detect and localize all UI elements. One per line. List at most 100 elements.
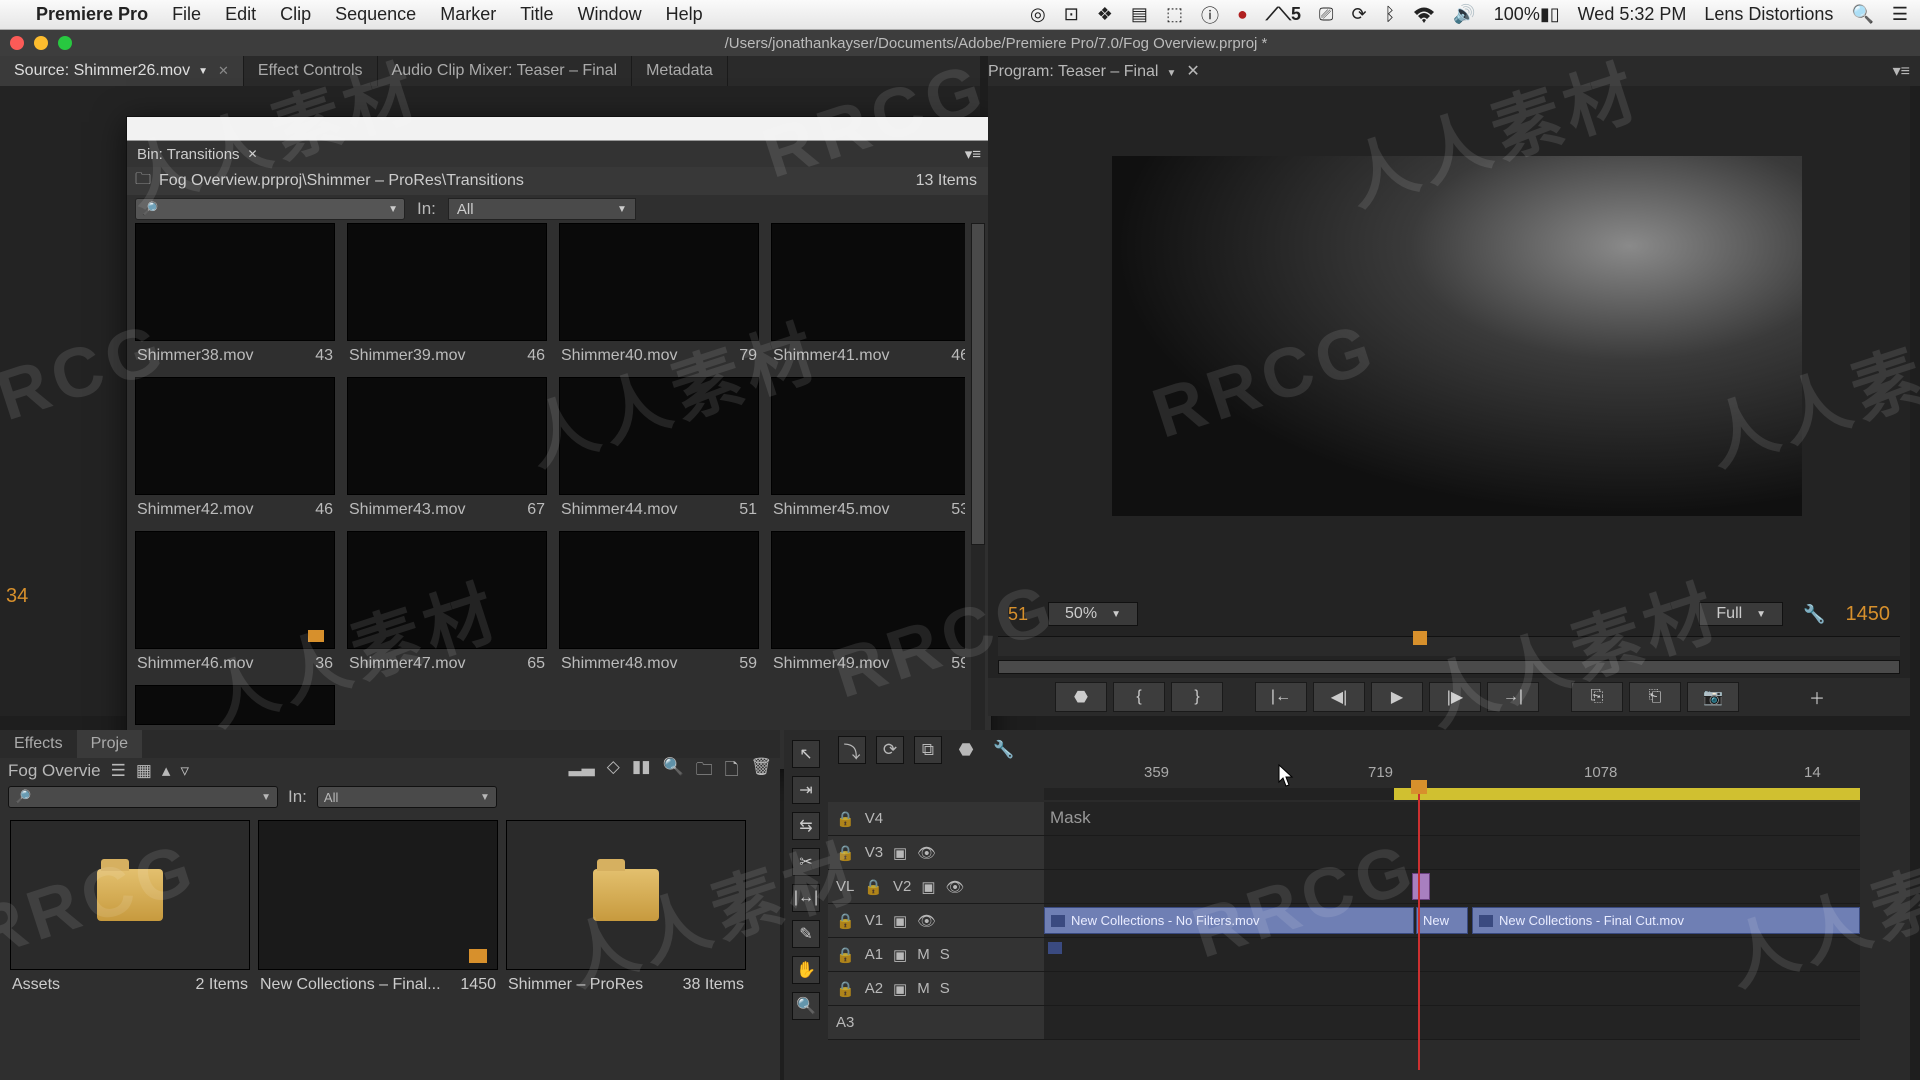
- wrench-icon[interactable]: 🔧: [990, 736, 1018, 764]
- user-name[interactable]: Lens Distortions: [1704, 4, 1833, 25]
- lift-button[interactable]: ⎘: [1571, 682, 1623, 712]
- menu-marker[interactable]: Marker: [440, 4, 496, 25]
- lock-icon[interactable]: 🔒: [836, 844, 855, 862]
- solo-button[interactable]: S: [940, 980, 950, 997]
- notification-icon[interactable]: ☰: [1892, 4, 1908, 25]
- status-icon[interactable]: ⊡: [1064, 4, 1079, 25]
- insert-icon[interactable]: ⤵: [838, 736, 866, 764]
- pen-tool[interactable]: ✎: [792, 920, 820, 948]
- sort-icon[interactable]: ◇: [607, 757, 620, 786]
- timeline-clip[interactable]: New: [1416, 907, 1468, 934]
- add-marker-button[interactable]: ⬣: [1055, 682, 1107, 712]
- bin-in-dropdown[interactable]: All▼: [448, 198, 636, 220]
- hand-tool[interactable]: ✋: [792, 956, 820, 984]
- bin-clip[interactable]: [135, 685, 335, 725]
- menu-clip[interactable]: Clip: [280, 4, 311, 25]
- close-button[interactable]: [10, 36, 24, 50]
- project-item[interactable]: New Collections – Final...1450: [258, 820, 498, 1000]
- bin-titlebar[interactable]: [127, 117, 991, 141]
- step-back-button[interactable]: ◀|: [1313, 682, 1365, 712]
- status-icon[interactable]: ⓘ: [1201, 2, 1219, 28]
- toggle-icon[interactable]: ▣: [921, 878, 935, 896]
- zoom-dropdown[interactable]: 50%▼: [1048, 602, 1138, 626]
- battery-status[interactable]: 100% ▮▯: [1494, 4, 1560, 25]
- find-icon[interactable]: 🔍: [663, 757, 684, 786]
- tab-effect-controls[interactable]: Effect Controls: [244, 56, 378, 86]
- toggle-icon[interactable]: ▣: [893, 844, 907, 862]
- close-icon[interactable]: ✕: [218, 63, 229, 79]
- solo-button[interactable]: S: [940, 946, 950, 963]
- toggle-icon[interactable]: ▣: [893, 946, 907, 964]
- volume-icon[interactable]: 🔊: [1453, 4, 1475, 25]
- adobe-icon[interactable]: ⟋⟍ 5: [1266, 4, 1301, 25]
- add-button[interactable]: ＋: [1791, 682, 1843, 712]
- menu-edit[interactable]: Edit: [225, 4, 256, 25]
- lock-icon[interactable]: 🔒: [836, 810, 855, 828]
- eye-icon[interactable]: 👁: [946, 878, 965, 896]
- track-label[interactable]: V2: [893, 878, 911, 895]
- icon-view-icon[interactable]: ▦: [136, 761, 152, 781]
- close-icon[interactable]: ✕: [1186, 63, 1199, 80]
- record-icon[interactable]: ●: [1237, 4, 1248, 25]
- program-canvas[interactable]: [1112, 156, 1802, 516]
- marker-icon[interactable]: ⬣: [952, 736, 980, 764]
- bin-clip[interactable]: Shimmer38.mov43: [135, 223, 335, 365]
- bin-clip[interactable]: Shimmer47.mov65: [347, 531, 547, 673]
- bin-search-input[interactable]: 🔎▼: [135, 198, 405, 220]
- track-label[interactable]: V3: [865, 844, 883, 861]
- track-label[interactable]: A3: [836, 1014, 854, 1031]
- bluetooth-icon[interactable]: ᛒ: [1385, 4, 1396, 25]
- bin-scrollbar[interactable]: [971, 223, 985, 759]
- new-item-icon[interactable]: 🗋: [725, 757, 739, 786]
- project-item[interactable]: Shimmer – ProRes38 Items: [506, 820, 746, 1000]
- eye-icon[interactable]: 👁: [917, 912, 936, 930]
- sync-icon[interactable]: ⟳: [1351, 4, 1366, 25]
- mark-in-button[interactable]: {: [1113, 682, 1165, 712]
- bin-clip[interactable]: Shimmer46.mov36: [135, 531, 335, 673]
- goto-out-button[interactable]: →|: [1487, 682, 1539, 712]
- project-in-dropdown[interactable]: All▼: [317, 786, 497, 808]
- razor-tool[interactable]: ✂: [792, 848, 820, 876]
- zoom-tool[interactable]: 🔍: [792, 992, 820, 1020]
- bin-clip[interactable]: Shimmer42.mov46: [135, 377, 335, 519]
- slip-tool[interactable]: |↔|: [792, 884, 820, 912]
- extract-button[interactable]: ⎗: [1629, 682, 1681, 712]
- export-frame-button[interactable]: 📷: [1687, 682, 1739, 712]
- status-icon[interactable]: ⬚: [1166, 4, 1183, 25]
- mute-button[interactable]: M: [917, 980, 930, 997]
- spotlight-icon[interactable]: 🔍: [1851, 4, 1873, 25]
- track-select-tool[interactable]: ⇥: [792, 776, 820, 804]
- bin-clip[interactable]: Shimmer43.mov67: [347, 377, 547, 519]
- overwrite-icon[interactable]: ⟳: [876, 736, 904, 764]
- program-ruler[interactable]: [998, 636, 1900, 656]
- bin-clip[interactable]: Shimmer39.mov46: [347, 223, 547, 365]
- track-label[interactable]: A1: [865, 946, 883, 963]
- filter-icon[interactable]: ▿: [180, 761, 189, 781]
- tab-project[interactable]: Proje: [77, 730, 142, 758]
- delete-icon[interactable]: 🗑: [750, 757, 772, 786]
- dropbox-icon[interactable]: ❖: [1097, 4, 1113, 25]
- lock-icon[interactable]: 🔒: [864, 878, 883, 896]
- bin-clip[interactable]: Shimmer49.mov59: [771, 531, 965, 673]
- step-forward-button[interactable]: |▶: [1429, 682, 1481, 712]
- snap-icon[interactable]: ⧉: [914, 736, 942, 764]
- clock[interactable]: Wed 5:32 PM: [1578, 4, 1687, 25]
- program-scrollbar[interactable]: [998, 660, 1900, 674]
- status-icon[interactable]: ▤: [1131, 4, 1148, 25]
- timeline-clip[interactable]: New Collections - No Filters.mov: [1044, 907, 1414, 934]
- track-label[interactable]: V1: [865, 912, 883, 929]
- selection-tool[interactable]: ↖: [792, 740, 820, 768]
- tab-audio-mixer[interactable]: Audio Clip Mixer: Teaser – Final: [378, 56, 633, 86]
- mute-button[interactable]: M: [917, 946, 930, 963]
- track-label[interactable]: A2: [865, 980, 883, 997]
- list-view-icon[interactable]: ☰: [111, 761, 126, 781]
- tab-effects[interactable]: Effects: [0, 730, 77, 758]
- panel-menu-icon[interactable]: ▾≡: [965, 145, 981, 163]
- panel-menu-icon[interactable]: ▾≡: [1893, 61, 1910, 81]
- bin-clip[interactable]: Shimmer45.mov53: [771, 377, 965, 519]
- resolution-dropdown[interactable]: Full▼: [1699, 602, 1783, 626]
- toggle-icon[interactable]: ▣: [893, 912, 907, 930]
- tab-program[interactable]: Program: Teaser – Final▼✕: [988, 61, 1200, 81]
- auto-icon[interactable]: ▮▮: [632, 757, 651, 786]
- bin-tab[interactable]: Bin: Transitions✕ ▾≡: [127, 141, 991, 167]
